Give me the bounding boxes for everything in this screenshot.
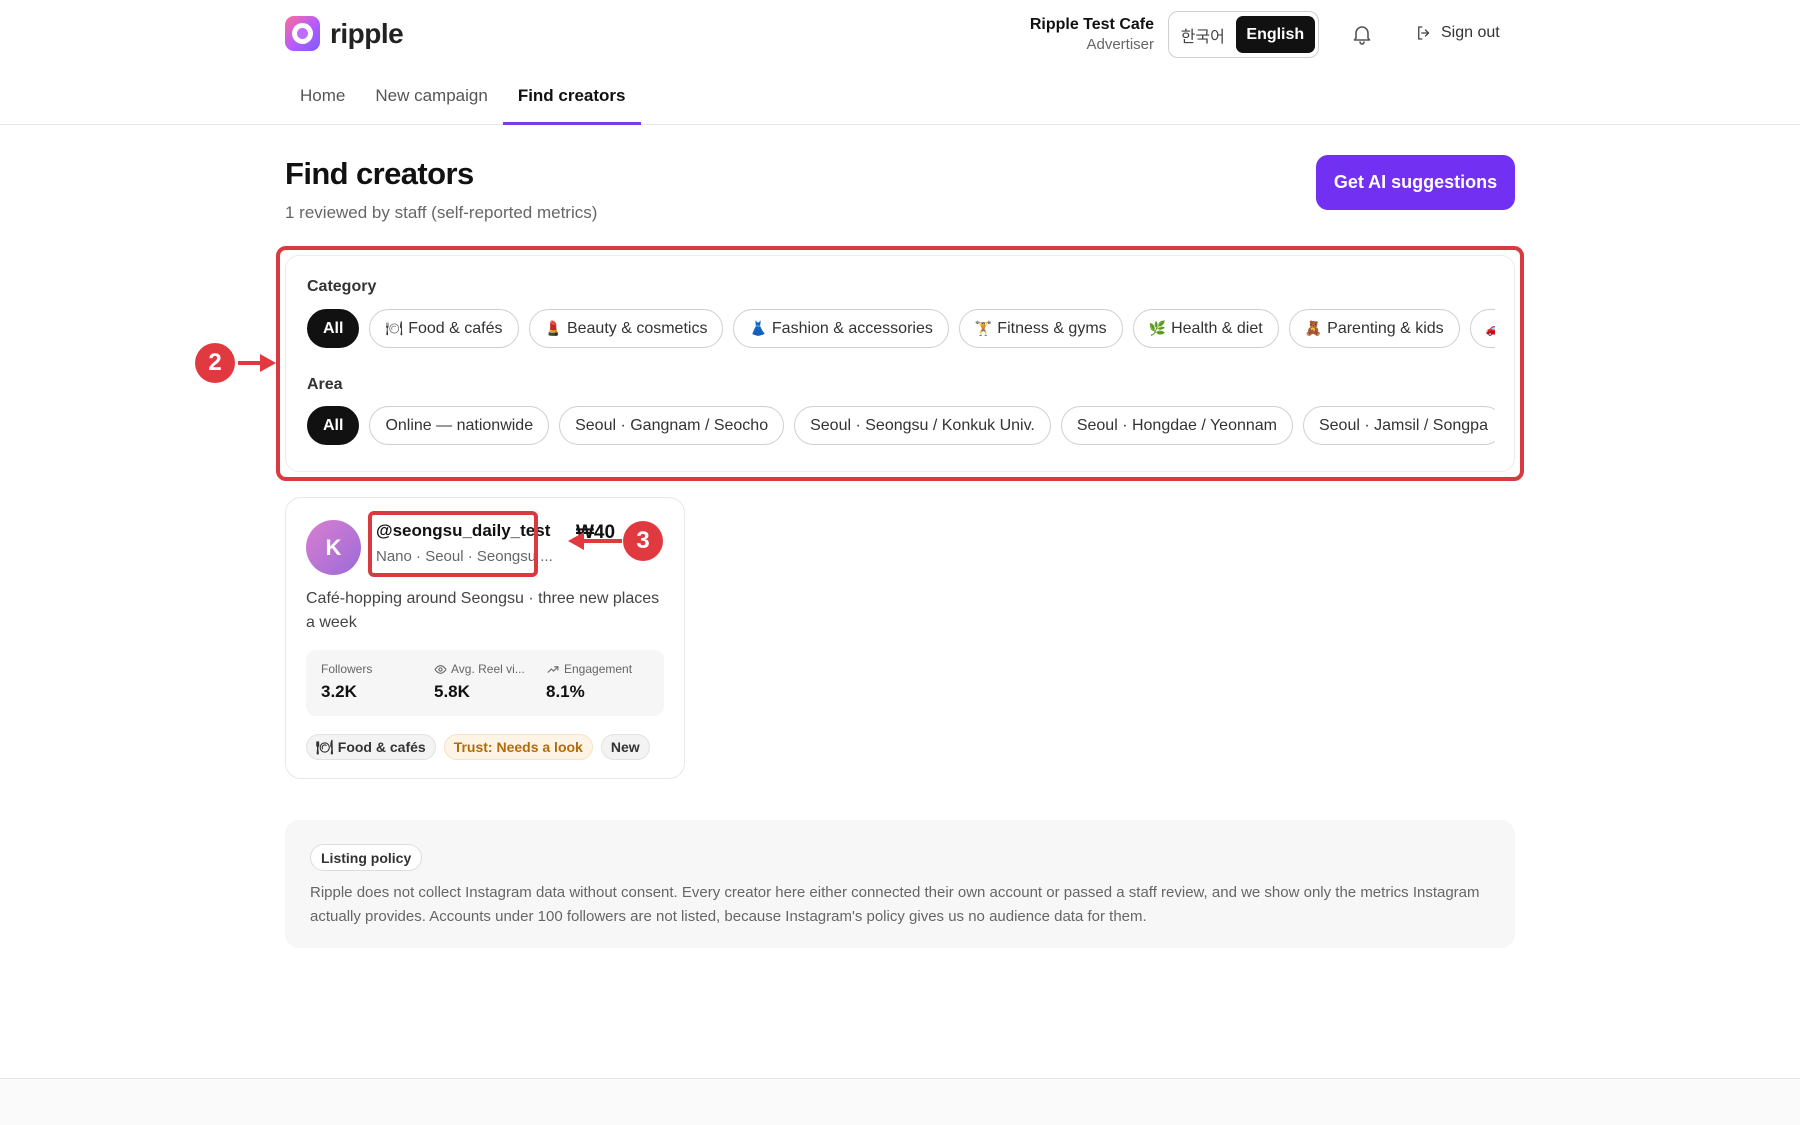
stat-value: 5.8K: [434, 682, 470, 701]
sign-out-button[interactable]: Sign out: [1415, 24, 1500, 42]
avatar: K: [306, 520, 361, 575]
tag-label: Food & cafés: [337, 739, 426, 755]
tag-new: New: [600, 734, 650, 760]
top-header: ripple Ripple Test Cafe Advertiser 한국어 E…: [0, 0, 1800, 125]
sign-out-icon: [1418, 26, 1430, 40]
stat-label: Followers: [321, 662, 373, 676]
page-subtitle: 1 reviewed by staff (self-reported metri…: [285, 203, 598, 222]
filters-highlight-outline: [276, 246, 1524, 481]
stat-value: 3.2K: [321, 682, 357, 701]
callout-badge-2: 2: [195, 343, 235, 383]
language-toggle: 한국어 English: [1168, 11, 1319, 58]
tab-home[interactable]: Home: [285, 78, 360, 125]
creator-bio: Café-hopping around Seongsu · three new …: [306, 590, 660, 631]
bell-icon[interactable]: [1350, 22, 1374, 46]
tag-category: 🍽 Food & cafés: [306, 734, 436, 760]
tab-find-creators[interactable]: Find creators: [502, 78, 641, 125]
account-info: Ripple Test Cafe Advertiser: [1030, 16, 1154, 53]
callout-arrow-right-icon: [238, 354, 276, 372]
stat-engagement: Engagement 8.1%: [546, 662, 632, 702]
handle-highlight-outline: [368, 511, 538, 577]
policy-text: Ripple does not collect Instagram data w…: [310, 884, 1480, 925]
creator-stats: Followers 3.2K Avg. Reel vi... 5.8K Enga…: [306, 650, 664, 716]
sign-out-label: Sign out: [1441, 24, 1500, 41]
language-english-button[interactable]: English: [1235, 16, 1315, 53]
listing-policy: Listing policy Ripple does not collect I…: [285, 820, 1515, 948]
callout-arrow-left-icon: [568, 532, 622, 550]
page-title: Find creators: [285, 156, 474, 191]
footer: [0, 1079, 1800, 1125]
callout-badge-3: 3: [623, 521, 663, 561]
get-ai-suggestions-button[interactable]: Get AI suggestions: [1316, 155, 1515, 210]
language-korean-button[interactable]: 한국어: [1172, 16, 1234, 53]
stat-value: 8.1%: [546, 682, 585, 701]
creator-tags: 🍽 Food & cafés Trust: Needs a look New: [306, 734, 650, 760]
stat-label: Engagement: [564, 662, 633, 676]
stat-avg-reel-views: Avg. Reel vi... 5.8K: [434, 662, 525, 702]
eye-icon: [434, 664, 447, 674]
tab-new-campaign[interactable]: New campaign: [360, 78, 502, 125]
policy-tag: Listing policy: [310, 844, 423, 871]
stat-label: Avg. Reel vi...: [451, 662, 525, 676]
ripple-logo-icon: [285, 16, 320, 51]
trending-up-icon: [547, 665, 559, 673]
main-nav: Home New campaign Find creators: [285, 78, 641, 125]
tag-trust: Trust: Needs a look: [443, 734, 593, 760]
stat-followers: Followers 3.2K: [321, 662, 372, 702]
plate-icon: 🍽: [316, 738, 334, 755]
logo[interactable]: ripple: [285, 16, 404, 51]
account-name: Ripple Test Cafe: [1029, 16, 1154, 33]
app-name: ripple: [330, 17, 404, 49]
account-role: Advertiser: [1086, 36, 1154, 53]
